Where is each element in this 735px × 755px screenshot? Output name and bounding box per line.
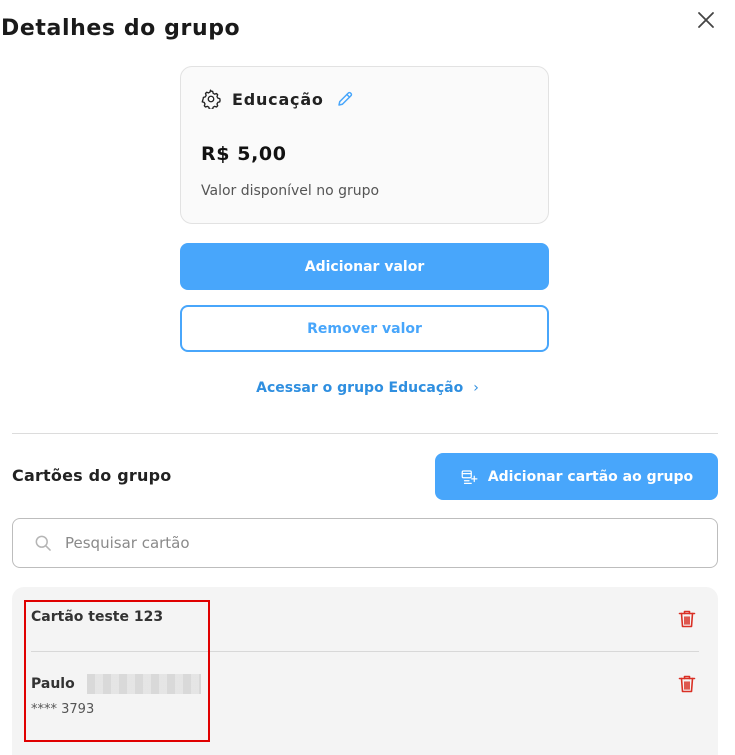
access-group-link[interactable]: Acessar o grupo Educação › xyxy=(0,380,735,396)
group-summary-card: Educação R$ 5,00 Valor disponível no gru… xyxy=(180,66,549,224)
card-name: Cartão teste 123 xyxy=(31,609,164,625)
redacted-text xyxy=(87,674,201,694)
add-card-button-label: Adicionar cartão ao grupo xyxy=(487,468,694,485)
remove-value-button[interactable]: Remover valor xyxy=(180,305,549,352)
trash-icon[interactable] xyxy=(678,674,696,694)
gear-icon xyxy=(201,89,221,111)
access-group-link-label: Acessar o grupo Educação xyxy=(256,380,464,396)
search-field[interactable] xyxy=(12,518,718,568)
section-divider xyxy=(12,433,718,434)
page-title: Detalhes do grupo xyxy=(1,16,241,41)
trash-icon[interactable] xyxy=(678,609,696,629)
add-value-button[interactable]: Adicionar valor xyxy=(180,243,549,290)
pencil-icon[interactable] xyxy=(336,90,354,108)
search-input[interactable] xyxy=(65,534,665,552)
card-name: Paulo xyxy=(31,676,75,692)
add-card-button[interactable]: Adicionar cartão ao grupo xyxy=(435,453,718,500)
list-item[interactable]: Paulo **** 3793 xyxy=(12,652,718,755)
chevron-right-icon: › xyxy=(473,380,479,396)
group-balance-label: Valor disponível no grupo xyxy=(201,183,380,199)
card-number: **** 3793 xyxy=(31,702,95,717)
close-icon[interactable] xyxy=(694,8,718,32)
group-balance: R$ 5,00 xyxy=(201,143,287,165)
card-add-icon xyxy=(460,468,478,486)
group-cards-list: Cartão teste 123 Paulo **** 3793 xyxy=(12,587,718,755)
search-icon xyxy=(33,533,53,553)
list-item[interactable]: Cartão teste 123 xyxy=(12,587,718,651)
group-name: Educação xyxy=(232,89,324,109)
cards-section-title: Cartões do grupo xyxy=(12,466,172,485)
